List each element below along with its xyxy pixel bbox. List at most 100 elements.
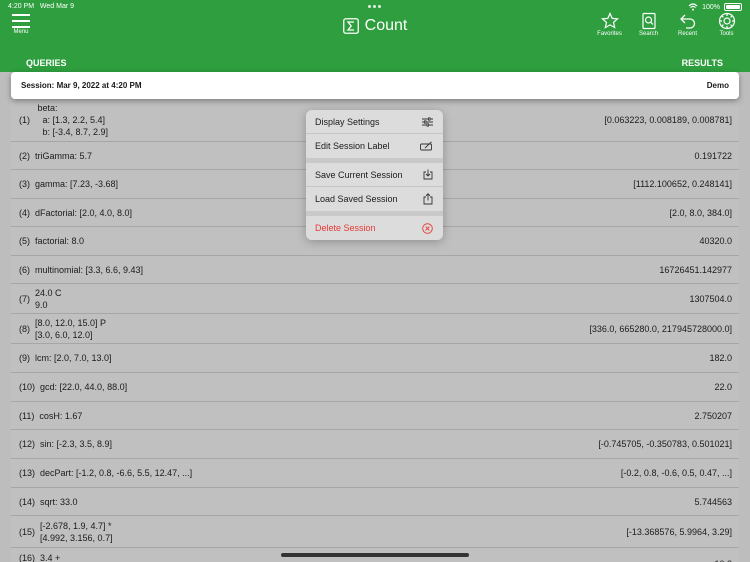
status-right: 100% xyxy=(688,3,742,11)
row-index: (9) xyxy=(19,353,30,363)
row-index: (13) xyxy=(19,468,36,478)
load-saved-session-item[interactable]: Load Saved Session xyxy=(306,187,443,211)
search-doc-icon xyxy=(641,12,656,30)
row-index: (14) xyxy=(19,496,36,507)
row-result: 5.744563 xyxy=(694,496,732,507)
edit-session-label-label: Edit Session Label xyxy=(315,141,390,151)
favorites-label: Favorites xyxy=(597,31,622,37)
row-index: (11) xyxy=(19,410,35,421)
row-query: triGamma: 5.7 xyxy=(35,150,93,161)
save-current-session-label: Save Current Session xyxy=(315,169,403,180)
results-heading: RESULTS xyxy=(681,58,723,68)
delete-session-label: Delete Session xyxy=(315,223,376,233)
sliders-icon xyxy=(422,116,433,127)
search-button[interactable]: Search xyxy=(635,12,662,37)
row-result: 10.2 xyxy=(714,552,732,562)
undo-arrow-icon xyxy=(679,14,695,29)
row-query: gcd: [22.0, 44.0, 88.0] xyxy=(40,382,128,392)
wifi-icon xyxy=(688,3,698,11)
battery-percent: 100% xyxy=(702,3,720,11)
close-circle-icon xyxy=(422,222,433,234)
row-index: (6) xyxy=(19,264,30,275)
status-time: 4:20 PM xyxy=(8,3,35,10)
row-result: 22.0 xyxy=(714,382,732,392)
row-index: (2) xyxy=(19,150,30,161)
favorites-button[interactable]: Favorites xyxy=(596,12,623,37)
row-query: multinomial: [3.3, 6.6, 9.43] xyxy=(35,264,144,275)
row-result: [0.063223, 0.008189, 0.008781] xyxy=(604,115,732,125)
row-query: factorial: 8.0 xyxy=(35,236,85,246)
tools-button[interactable]: Tools xyxy=(713,12,740,37)
star-icon xyxy=(600,12,619,29)
recent-button[interactable]: Recent xyxy=(674,12,701,37)
row-query: 3.4 + xyxy=(40,553,61,562)
save-current-session-item[interactable]: Save Current Session xyxy=(306,163,443,187)
row-result: [336.0, 665280.0, 217945728000.0] xyxy=(589,323,732,334)
row-index: (16) xyxy=(19,553,36,562)
queries-heading: QUERIES xyxy=(26,58,67,68)
row-result: 40320.0 xyxy=(699,236,732,246)
row-result: [2.0, 8.0, 384.0] xyxy=(669,207,732,218)
row-query: gamma: [7.23, -3.68] xyxy=(35,179,119,189)
tools-label: Tools xyxy=(719,31,734,37)
table-row[interactable]: (11) cosH: 1.67 2.750207 xyxy=(11,402,739,430)
row-index: (7) xyxy=(19,293,30,304)
row-result: [-13.368576, 5.9964, 3.29] xyxy=(626,526,732,537)
row-query: sqrt: 33.0 xyxy=(40,496,78,507)
session-menu: Display Settings Edit Session Label Save… xyxy=(306,110,443,240)
row-index: (10) xyxy=(19,382,36,392)
row-index: (8) xyxy=(19,323,30,334)
battery-icon xyxy=(724,3,742,11)
multitasking-dots[interactable] xyxy=(368,5,382,8)
status-time-date: 4:20 PM Wed Mar 9 xyxy=(8,3,74,10)
table-row[interactable]: (12) sin: [-2.3, 3.5, 8.9] [-0.745705, -0… xyxy=(11,430,739,459)
search-label: Search xyxy=(638,31,658,37)
row-result: [-0.2, 0.8, -0.6, 0.5, 0.47, ...] xyxy=(620,468,732,478)
row-result: 16726451.142977 xyxy=(659,264,732,275)
sigma-icon xyxy=(342,18,359,34)
row-result: 182.0 xyxy=(709,353,732,363)
table-row[interactable]: (6) multinomial: [3.3, 6.6, 9.43] 1672645… xyxy=(11,256,739,284)
table-row[interactable]: (10) gcd: [22.0, 44.0, 88.0] 22.0 xyxy=(11,373,739,402)
row-index: (1) xyxy=(19,115,30,125)
table-row[interactable]: (14) sqrt: 33.0 5.744563 xyxy=(11,488,739,516)
table-row[interactable]: (8) [8.0, 12.0, 15.0] P [3.0, 6.0, 12.0] … xyxy=(11,314,739,344)
row-index: (5) xyxy=(19,236,30,246)
table-row[interactable]: (7) 24.0 C 9.0 1307504.0 xyxy=(11,284,739,314)
status-date: Wed Mar 9 xyxy=(39,3,75,10)
display-settings-label: Display Settings xyxy=(315,116,380,127)
row-query: [8.0, 12.0, 15.0] P [3.0, 6.0, 12.0] xyxy=(35,317,107,340)
session-bar[interactable]: Session: Mar 9, 2022 at 4:20 PM Demo xyxy=(11,72,739,99)
row-result: [1112.100652, 0.248141] xyxy=(633,179,732,189)
gear-icon xyxy=(718,12,735,30)
table-row[interactable]: (9) lcm: [2.0, 7.0, 13.0] 182.0 xyxy=(11,344,739,373)
home-indicator[interactable] xyxy=(281,553,469,557)
delete-session-item[interactable]: Delete Session xyxy=(306,216,443,240)
session-label: Session: Mar 9, 2022 at 4:20 PM xyxy=(21,81,142,90)
row-query: [-2.678, 1.9, 4.7] * [4.992, 3.156, 0.7] xyxy=(40,520,113,543)
toolbar: Favorites Search Recent Tools xyxy=(596,12,740,37)
row-result: 0.191722 xyxy=(694,150,732,161)
row-query: dFactorial: [2.0, 4.0, 8.0] xyxy=(35,207,133,218)
recent-label: Recent xyxy=(677,31,697,37)
save-tray-icon xyxy=(423,169,433,180)
row-index: (4) xyxy=(19,207,30,218)
display-settings-item[interactable]: Display Settings xyxy=(306,110,443,134)
row-query: cosH: 1.67 xyxy=(39,410,83,421)
table-row[interactable]: (13) decPart: [-1.2, 0.8, -6.6, 5.5, 12.4… xyxy=(11,459,739,488)
row-index: (3) xyxy=(19,179,30,189)
row-query: lcm: [2.0, 7.0, 13.0] xyxy=(35,353,112,363)
load-saved-session-label: Load Saved Session xyxy=(315,194,398,204)
edit-label-icon xyxy=(420,141,432,151)
table-row[interactable]: (15) [-2.678, 1.9, 4.7] * [4.992, 3.156, … xyxy=(11,516,739,548)
row-result: 1307504.0 xyxy=(689,293,732,304)
edit-session-label-item[interactable]: Edit Session Label xyxy=(306,134,443,158)
row-index: (15) xyxy=(19,526,36,537)
row-result: 2.750207 xyxy=(694,410,732,421)
app-title-text: Count xyxy=(364,17,408,34)
share-icon xyxy=(423,193,433,205)
row-query: beta: a: [1.3, 2.2, 5.4] b: [-3.4, 8.7, … xyxy=(37,103,109,137)
row-query: decPart: [-1.2, 0.8, -6.6, 5.5, 12.47, .… xyxy=(40,468,193,478)
row-query: 24.0 C 9.0 xyxy=(35,287,62,310)
session-tag: Demo xyxy=(706,81,729,90)
